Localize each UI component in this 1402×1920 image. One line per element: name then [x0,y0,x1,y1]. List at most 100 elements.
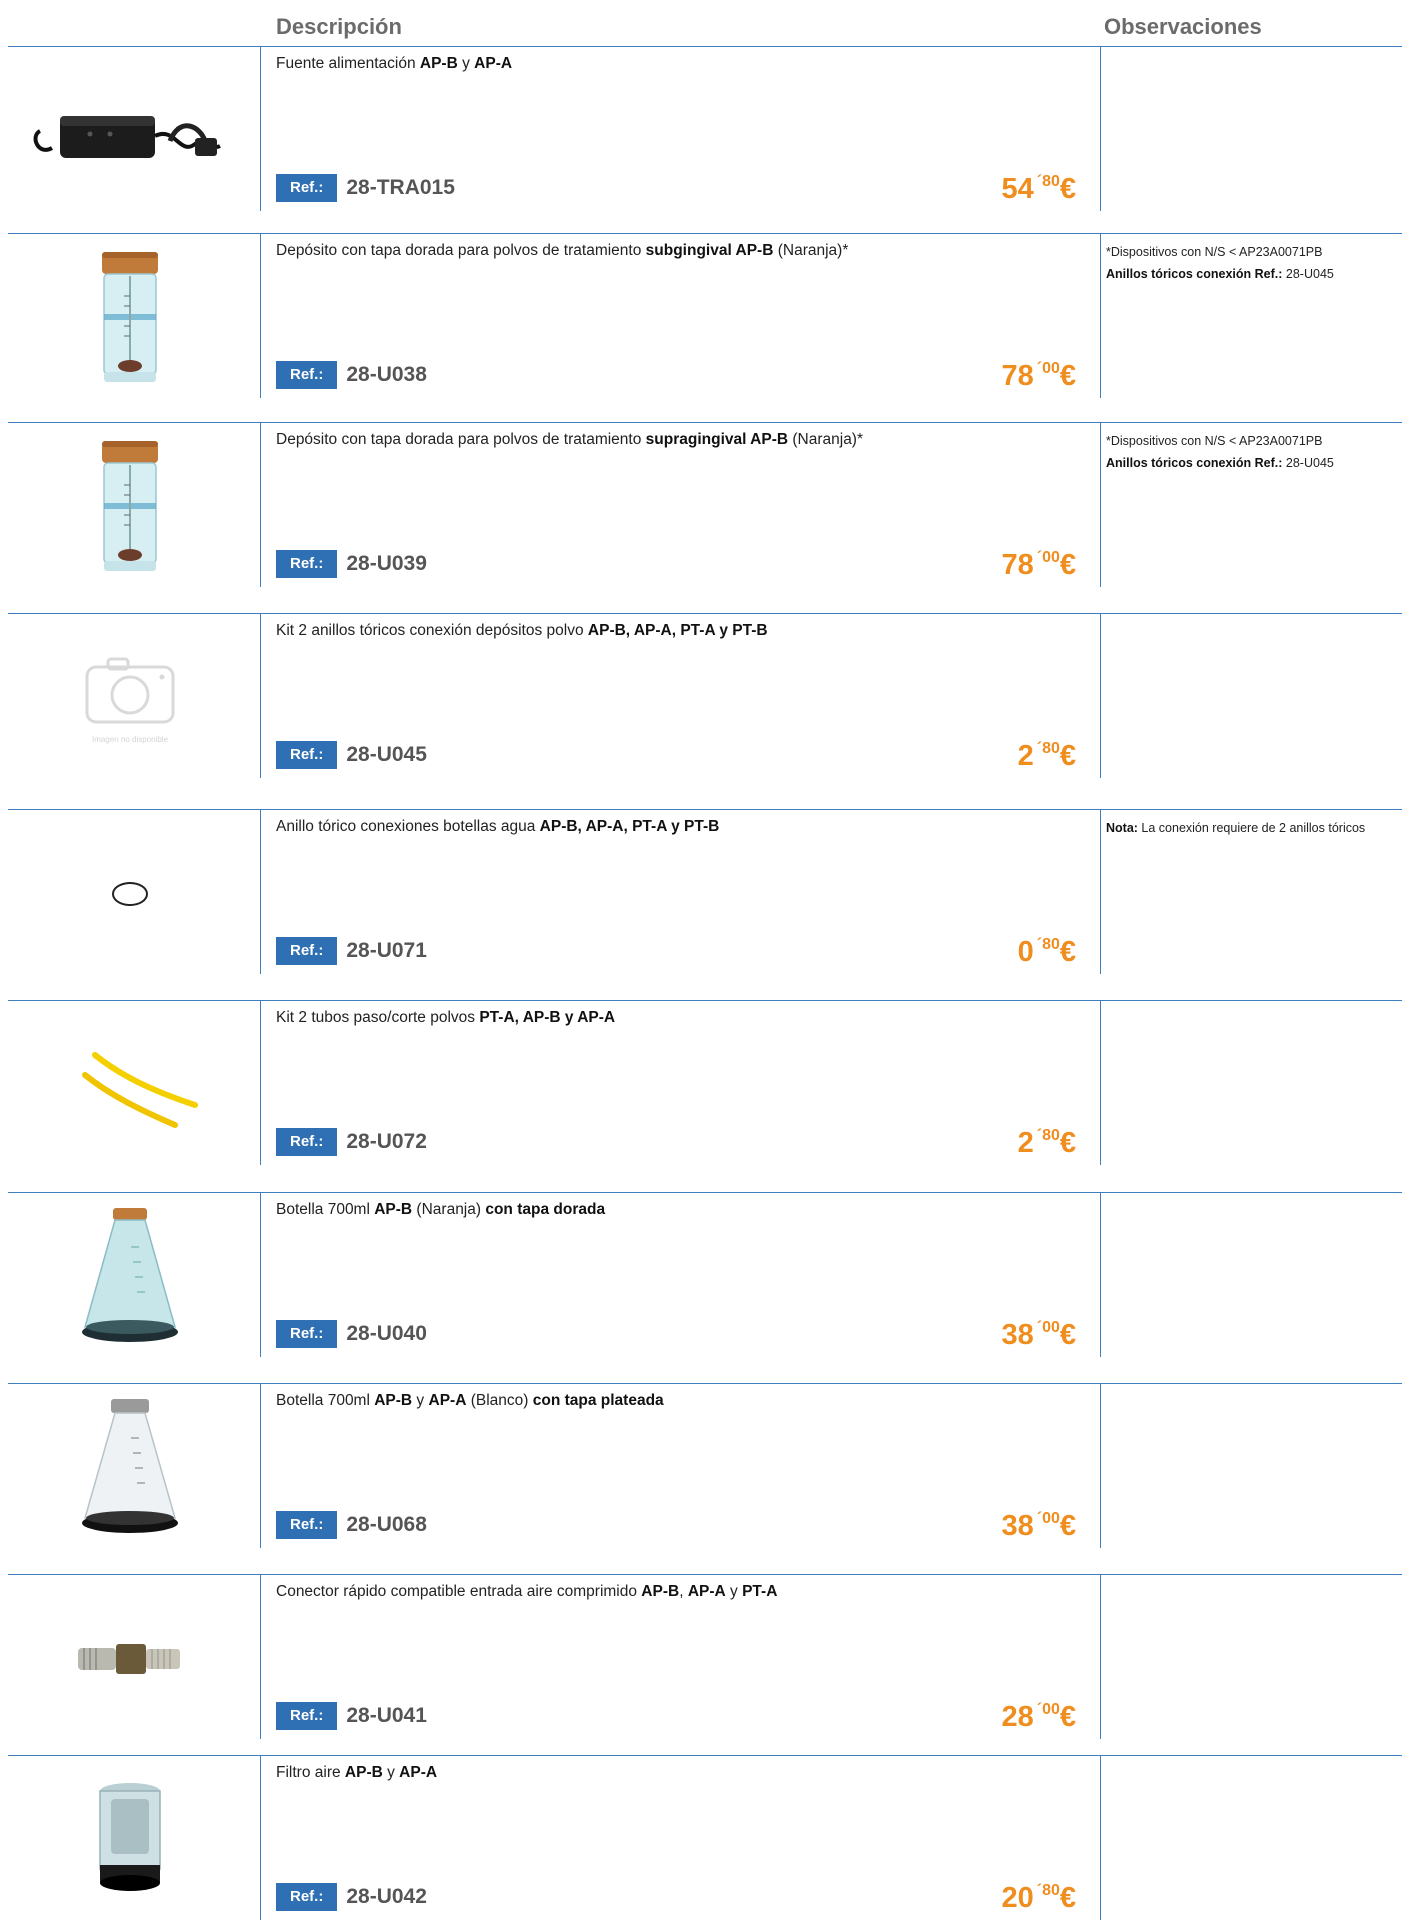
ref-badge: Ref.: [276,1511,338,1539]
table-header: Descripción Observaciones [0,0,1402,46]
description-segment: AP-B [419,55,458,72]
price-integer: 0 [1017,936,1034,968]
description-segment: AP-B [374,1201,413,1218]
price-currency: € [1059,360,1076,392]
description-segment: con tapa plateada [532,1392,664,1409]
row-divider [8,809,1402,810]
product-image-power-supply [10,56,250,206]
ref-code: 28-U071 [346,939,427,962]
product-description: Kit 2 tubos paso/corte polvos PT-A, AP-B… [276,1008,1086,1028]
description-segment: con tapa dorada [485,1201,606,1218]
product-row: Depósito con tapa dorada para polvos de … [0,422,1402,607]
product-price: 38 ´00 € [1001,1318,1076,1352]
description-segment: (Naranja) [412,1201,486,1218]
price-integer: 78 [1001,549,1034,581]
price-decimals: ´00 [1036,1319,1060,1336]
description-segment: y [382,1764,400,1781]
product-row: Kit 2 tubos paso/corte polvos PT-A, AP-B… [0,1000,1402,1185]
price-currency: € [1059,936,1076,968]
observation-line: *Dispositivos con N/S < AP23A0071PB [1106,241,1386,263]
column-divider [1100,1192,1101,1357]
price-decimals: ´80 [1036,936,1060,953]
row-divider [8,46,1402,47]
product-price: 0 ´80 € [1018,935,1076,969]
product-image-bottle-silver [10,1393,250,1543]
price-decimals: ´00 [1036,1701,1060,1718]
column-divider [260,1574,261,1739]
product-reference: Ref.: 28-U042 [276,1882,427,1912]
price-decimals: ´00 [1036,1510,1060,1527]
ref-badge: Ref.: [276,361,338,389]
observation-segment: *Dispositivos con N/S < AP23A0071PB [1106,434,1323,448]
product-description: Botella 700ml AP-B (Naranja) con tapa do… [276,1200,1086,1220]
column-header-observations: Observaciones [1104,14,1262,39]
description-segment: Filtro aire [276,1764,345,1781]
description-segment: AP-A [399,1764,438,1781]
product-reference: Ref.: 28-TRA015 [276,173,455,203]
column-divider [1100,422,1101,587]
ref-code: 28-U041 [346,1704,427,1727]
product-image-o-ring [10,819,250,969]
ref-code: 28-U068 [346,1513,427,1536]
product-price: 2 ´80 € [1018,1126,1076,1160]
ref-badge: Ref.: [276,937,338,965]
product-description: Anillo tórico conexiones botellas agua A… [276,817,1086,837]
column-divider [260,1383,261,1548]
description-segment: AP-B [344,1764,383,1781]
price-integer: 2 [1017,740,1034,772]
observation-segment: Nota: [1106,821,1138,835]
description-segment: AP-B [374,1392,413,1409]
product-reference: Ref.: 28-U040 [276,1319,427,1349]
price-integer: 38 [1001,1510,1034,1542]
ref-badge: Ref.: [276,741,338,769]
product-reference: Ref.: 28-U038 [276,360,427,390]
product-row: Conector rápido compatible entrada aire … [0,1574,1402,1759]
price-decimals: ´00 [1036,360,1060,377]
description-segment: AP-B [641,1583,680,1600]
description-segment: Depósito con tapa dorada para polvos de … [276,242,646,259]
observation-line: Anillos tóricos conexión Ref.: 28-U045 [1106,263,1386,285]
product-row: Filtro aire AP-B y AP-A Ref.: 28-U042 20 ´80… [0,1755,1402,1920]
price-decimals: ´80 [1036,740,1060,757]
row-divider [8,233,1402,234]
column-divider [260,233,261,398]
ref-badge: Ref.: [276,1128,338,1156]
product-observations: *Dispositivos con N/S < AP23A0071PB Anill… [1106,430,1386,474]
product-price: 78 ´00 € [1001,359,1076,393]
description-segment: AP-B, AP-A, PT-A y PT-B [539,818,720,835]
description-segment: (Blanco) [466,1392,533,1409]
observation-line: *Dispositivos con N/S < AP23A0071PB [1106,430,1386,452]
product-image-connector [10,1584,250,1734]
ref-badge: Ref.: [276,1320,338,1348]
description-segment: y [457,55,475,72]
column-divider [260,46,261,211]
product-price: 78 ´00 € [1001,548,1076,582]
description-segment: (Naranja)* [788,431,864,448]
column-header-description: Descripción [276,14,402,39]
observation-segment: *Dispositivos con N/S < AP23A0071PB [1106,245,1323,259]
price-currency: € [1059,549,1076,581]
ref-badge: Ref.: [276,174,338,202]
row-divider [8,1755,1402,1756]
description-segment: PT-A, AP-B y AP-A [479,1009,616,1026]
ref-code: 28-U038 [346,363,427,386]
column-divider [1100,233,1101,398]
product-reference: Ref.: 28-U041 [276,1701,427,1731]
observation-line: Anillos tóricos conexión Ref.: 28-U045 [1106,452,1386,474]
column-divider [260,613,261,778]
observation-segment: La conexión requiere de 2 anillos tórico… [1137,821,1366,835]
column-divider [260,1192,261,1357]
product-description: Conector rápido compatible entrada aire … [276,1582,1086,1602]
price-integer: 54 [1001,173,1034,205]
observation-segment: 28-U045 [1282,267,1334,281]
price-currency: € [1059,1510,1076,1542]
description-segment: AP-A [428,1392,467,1409]
product-row: Botella 700ml AP-B (Naranja) con tapa do… [0,1192,1402,1377]
product-image-bottle-gold [10,1202,250,1352]
column-divider [1100,46,1101,211]
description-segment: subgingival AP-B [645,242,774,259]
description-segment: AP-A [687,1583,726,1600]
row-divider [8,422,1402,423]
product-observations: Nota: La conexión requiere de 2 anillos … [1106,817,1386,839]
observation-segment: 28-U045 [1282,456,1334,470]
